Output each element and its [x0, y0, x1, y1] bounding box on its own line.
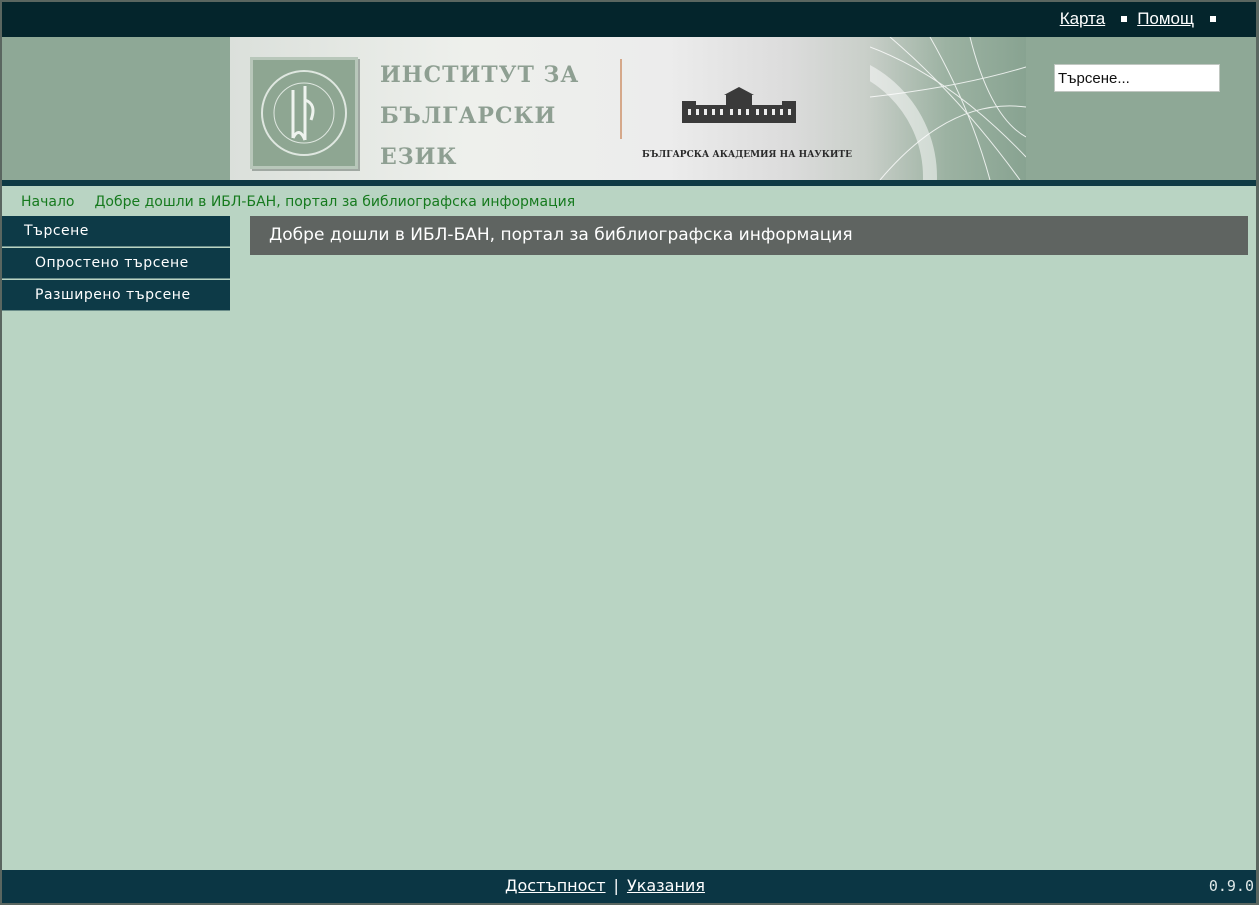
banner-decoration	[683, 37, 1026, 180]
breadcrumb-home[interactable]: Начало	[21, 194, 74, 210]
title-line: ЕЗИК	[380, 144, 458, 170]
footer-links: Достъпност | Указания	[505, 876, 705, 895]
footer: Достъпност | Указания 0.9.0	[2, 870, 1256, 903]
bullet-icon	[1210, 16, 1216, 22]
sidebar-item-search[interactable]: Търсене	[2, 216, 230, 247]
institute-banner[interactable]: ИНСТИТУТ ЗА БЪЛГАРСКИ ЕЗИК БЪЛГАРСКА АКА…	[230, 37, 1026, 180]
sidebar-item-advanced-search[interactable]: Разширено търсене	[2, 280, 230, 311]
instructions-link[interactable]: Указания	[627, 876, 705, 895]
search-input[interactable]	[1054, 64, 1220, 92]
footer-separator: |	[613, 876, 619, 895]
sitemap-link[interactable]: Карта	[1060, 9, 1106, 29]
breadcrumb-current[interactable]: Добре дошли в ИБЛ-БАН, портал за библиог…	[94, 194, 575, 210]
institute-logo	[250, 57, 358, 169]
institute-title: ИНСТИТУТ ЗА БЪЛГАРСКИ ЕЗИК	[380, 55, 579, 178]
bullet-icon	[1121, 16, 1128, 22]
header-divider	[2, 180, 1256, 186]
academy-building-icon	[680, 87, 798, 131]
title-line: БЪЛГАРСКИ	[380, 103, 557, 129]
sidebar: Търсене Опростено търсене Разширено търс…	[2, 216, 230, 312]
header: ИНСТИТУТ ЗА БЪЛГАРСКИ ЕЗИК БЪЛГАРСКА АКА…	[2, 37, 1256, 180]
accessibility-link[interactable]: Достъпност	[505, 876, 606, 895]
top-bar: Карта Помощ	[2, 2, 1256, 37]
page-frame: Карта Помощ ИНСТИТУТ ЗА БЪЛГАРСКИ ЕЗИК Б…	[0, 0, 1259, 905]
page-title: Добре дошли в ИБЛ-БАН, портал за библиог…	[250, 216, 1248, 255]
breadcrumb: Начало Добре дошли в ИБЛ-БАН, портал за …	[21, 194, 575, 210]
academy-name: БЪЛГАРСКА АКАДЕМИЯ НА НАУКИТЕ	[642, 150, 852, 160]
banner-divider	[620, 59, 622, 139]
sidebar-item-simple-search[interactable]: Опростено търсене	[2, 248, 230, 279]
top-links: Карта Помощ	[1060, 9, 1216, 29]
help-link[interactable]: Помощ	[1137, 9, 1194, 29]
version-label: 0.9.0	[1208, 877, 1254, 895]
title-line: ИНСТИТУТ ЗА	[380, 62, 580, 88]
